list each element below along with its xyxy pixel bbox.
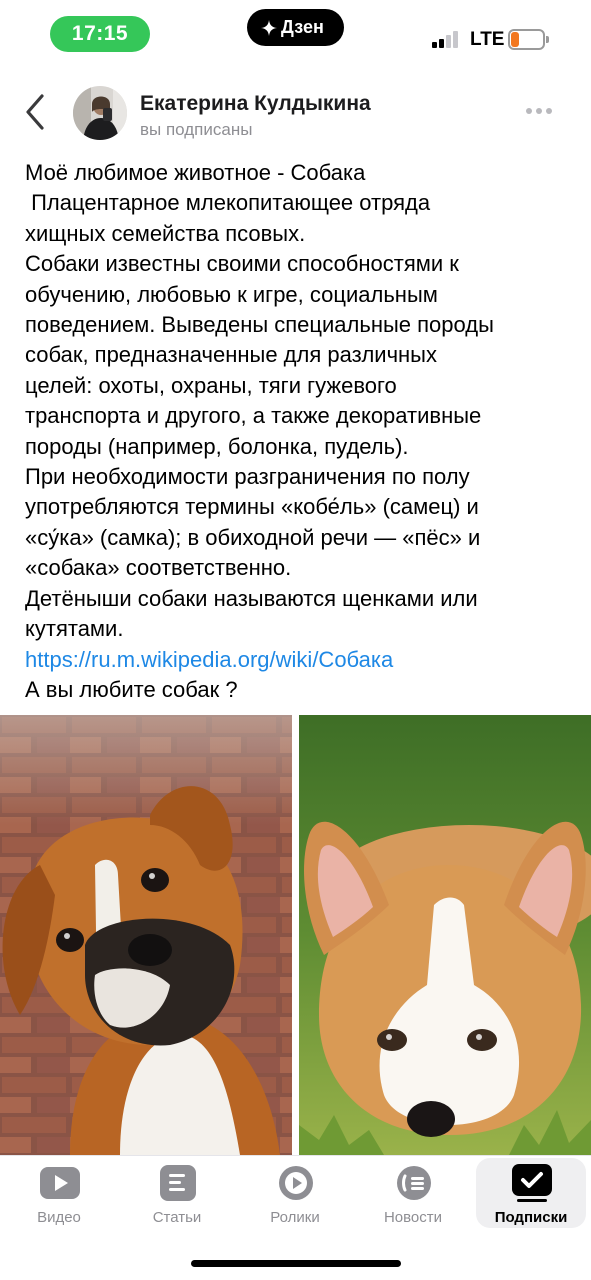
post-line: породы (например, болонка, пудель). — [25, 433, 409, 459]
news-icon — [397, 1166, 431, 1200]
boxer-dog-photo[interactable] — [0, 715, 292, 1155]
tab-video[interactable]: Видео — [4, 1156, 114, 1232]
battery-level — [511, 32, 519, 47]
status-bar: 17:15 Дзен LTE — [0, 0, 591, 68]
tab-subscriptions[interactable]: Подписки — [476, 1158, 586, 1228]
author-avatar[interactable] — [73, 86, 127, 140]
post-line: хищных семейства псовых. — [25, 220, 306, 246]
signal-icon — [432, 30, 464, 48]
post-line: собак, предназначенные для различных — [25, 342, 437, 368]
home-indicator[interactable] — [191, 1260, 401, 1267]
battery-icon — [508, 29, 549, 50]
more-dots-icon — [526, 108, 532, 114]
photo-gallery — [0, 715, 591, 1155]
subscription-status: вы подписаны — [140, 120, 253, 139]
more-options-button[interactable] — [526, 106, 552, 116]
corgi-puppy-photo[interactable] — [299, 715, 591, 1155]
sparkle-icon — [261, 20, 277, 37]
chevron-left-icon — [26, 94, 44, 130]
dzen-app-pill[interactable]: Дзен — [247, 9, 344, 46]
post-line: целей: охоты, охраны, тяги гужевого — [25, 372, 397, 398]
post-line: транспорта и другого, а также декоративн… — [25, 403, 482, 429]
author-name[interactable]: Екатерина Кулдыкина — [140, 92, 371, 116]
wikipedia-link[interactable]: https://ru.m.wikipedia.org/wiki/Собака — [25, 647, 393, 672]
post-header: Екатерина Кулдыкина вы подписаны — [0, 80, 591, 150]
tab-clips[interactable]: Ролики — [240, 1156, 350, 1232]
post-line: «собака» соответственно. — [25, 555, 292, 581]
status-time: 17:15 — [50, 16, 150, 52]
tab-label: Видео — [37, 1209, 81, 1226]
post-line: употребляются термины «кобе́ль» (самец) … — [25, 494, 479, 520]
dzen-label: Дзен — [281, 17, 324, 37]
video-icon — [40, 1167, 80, 1199]
post-line: При необходимости разграничения по полу — [25, 464, 470, 490]
post-line: поведением. Выведены специальные породы — [25, 312, 494, 338]
tab-articles[interactable]: Статьи — [122, 1156, 232, 1232]
post-line: Собаки известны своими способностями к — [25, 251, 459, 277]
subscriptions-icon — [512, 1164, 552, 1202]
post-line: «су́ка» (самка); в обиходной речи — «пёс… — [25, 524, 481, 550]
post-question: А вы любите собак ? — [25, 676, 238, 702]
back-button[interactable] — [20, 92, 54, 132]
post-body: Моё любимое животное - Собака Плацентарн… — [25, 158, 575, 705]
clips-icon — [279, 1166, 313, 1200]
post-line: Плацентарное млекопитающее отряда — [25, 190, 431, 216]
tab-news[interactable]: Новости — [358, 1156, 468, 1232]
tab-label: Ролики — [270, 1209, 320, 1226]
post-line: Моё любимое животное - Собака — [25, 160, 366, 185]
network-type: LTE — [470, 29, 505, 50]
post-line: кутятами. — [25, 616, 124, 642]
tab-label: Статьи — [152, 1209, 202, 1226]
tab-label: Подписки — [494, 1209, 568, 1226]
post-line: обучению, любовью к игре, социальным — [25, 281, 438, 307]
post-line: Детёныши собаки называются щенками или — [25, 585, 478, 611]
articles-icon — [160, 1165, 196, 1201]
tab-label: Новости — [383, 1209, 443, 1226]
